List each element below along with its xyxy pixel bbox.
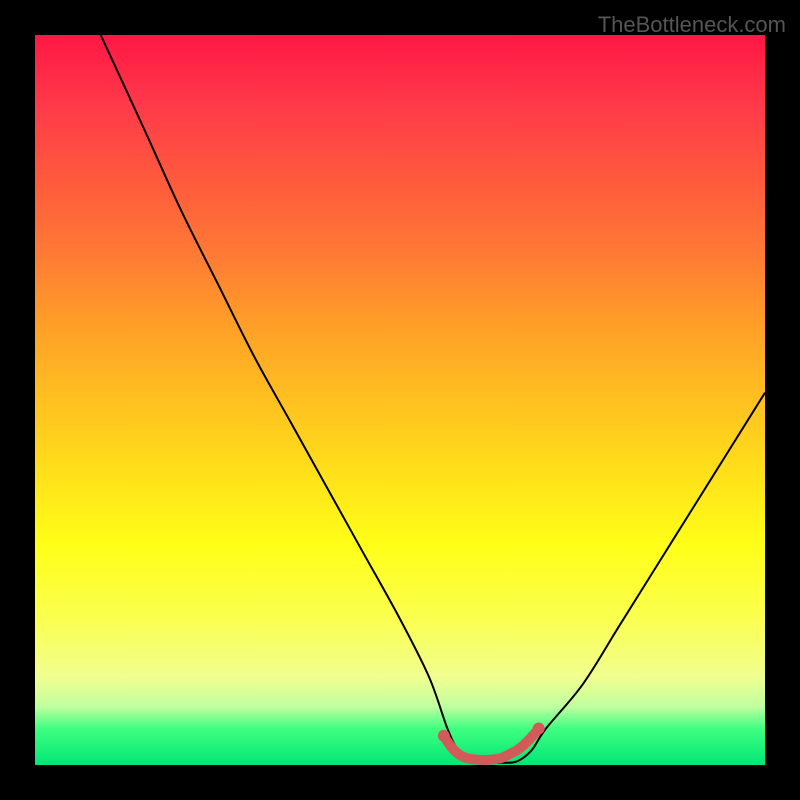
plot-area: [35, 35, 765, 765]
optimal-marker-start-dot: [438, 730, 450, 742]
optimal-marker-line: [444, 729, 539, 760]
optimal-marker-end-dot: [533, 723, 545, 735]
bottleneck-curve-line: [101, 35, 765, 763]
chart-svg: [35, 35, 765, 765]
chart-container: TheBottleneck.com: [0, 0, 800, 800]
